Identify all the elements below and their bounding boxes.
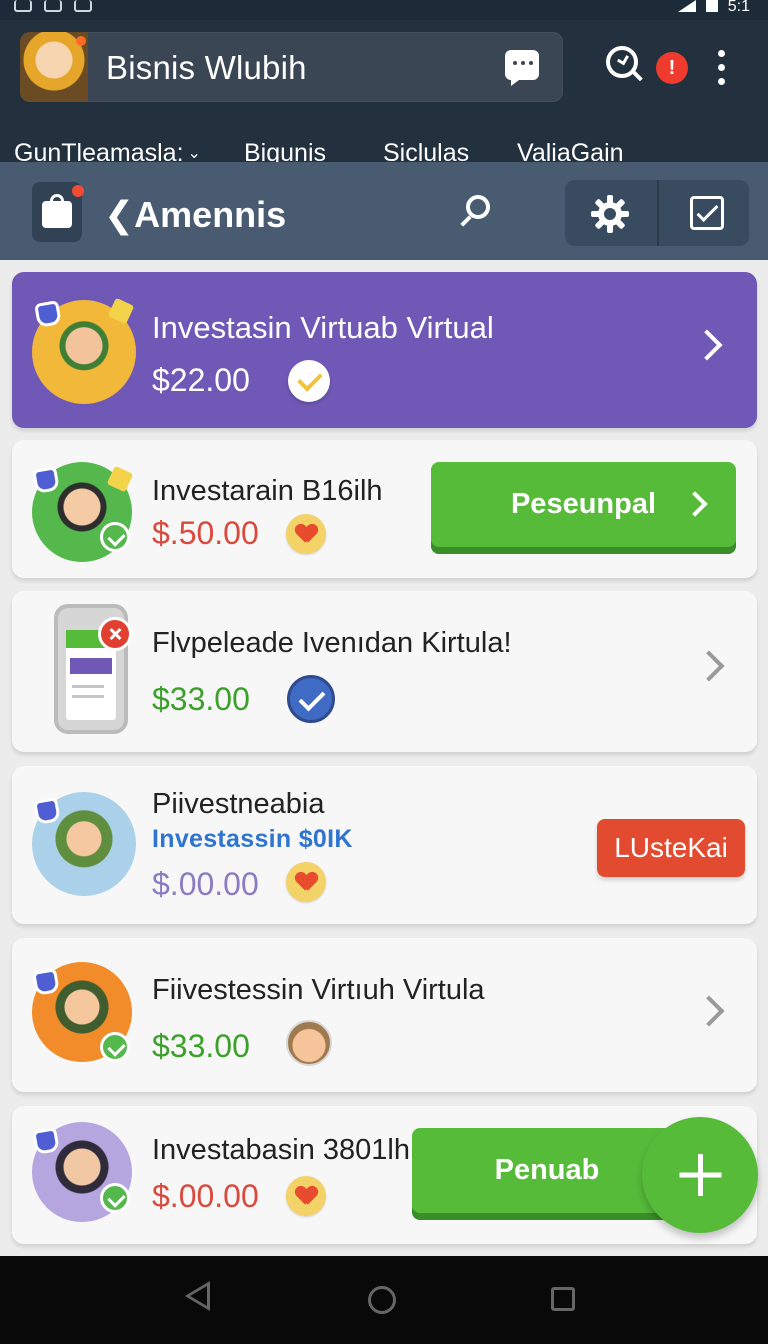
card-amount: $33.00 xyxy=(152,1028,250,1064)
chevron-right-icon[interactable] xyxy=(693,995,725,1027)
toolbar-title: ❮Amennis xyxy=(104,194,287,235)
avatar-notification-dot xyxy=(76,36,86,46)
recent-apps-icon[interactable] xyxy=(551,1287,575,1311)
chevron-right-icon[interactable] xyxy=(691,329,723,361)
alert-badge[interactable]: ! xyxy=(656,52,688,84)
status-bar: 5:1 xyxy=(0,0,768,20)
app-logo-avatar[interactable] xyxy=(20,32,88,102)
card-title: Fiivestessin Virtıuh Virtula xyxy=(152,974,485,1006)
investment-card[interactable]: Investarain B16ilh $.50.00 Peseunpal xyxy=(12,440,757,578)
toolbar-divider xyxy=(657,180,659,246)
chat-icon[interactable] xyxy=(505,50,539,86)
toolbar-actions xyxy=(565,180,750,246)
card-title: Flvpeleade Ivenıdan Kirtula! xyxy=(152,627,512,659)
verified-badge-icon xyxy=(100,1183,130,1213)
featured-investment-card[interactable]: Investasin Virtuab Virtual $22.00 xyxy=(12,272,757,428)
edit-icon[interactable] xyxy=(690,196,724,230)
chevron-right-icon xyxy=(682,491,708,517)
chevron-right-icon[interactable] xyxy=(693,650,725,682)
bag-notification-dot xyxy=(72,185,84,197)
card-amount: $.00.00 xyxy=(152,866,259,902)
card-title: Piivestneabia xyxy=(152,788,325,820)
card-amount: $.00.00 xyxy=(152,1178,259,1214)
check-circle-icon xyxy=(288,360,330,402)
shopping-bag-icon[interactable] xyxy=(32,182,84,242)
verified-check-icon xyxy=(287,675,335,723)
status-indicators: 5:1 xyxy=(677,0,750,15)
investment-card[interactable]: Fiivestessin Virtıuh Virtula $33.00 xyxy=(12,938,757,1092)
heart-icon[interactable] xyxy=(286,514,326,554)
card-subtitle: Investassin $0IK xyxy=(152,825,353,853)
card-title: Investasin Virtuab Virtual xyxy=(152,310,494,345)
system-navigation-bar xyxy=(0,1256,768,1344)
notification-icon xyxy=(14,0,32,12)
card-amount: $33.00 xyxy=(152,681,250,717)
close-badge-icon xyxy=(98,617,132,651)
heart-icon[interactable] xyxy=(286,862,326,902)
clock: 5:1 xyxy=(727,0,750,15)
more-vert-icon[interactable] xyxy=(714,50,728,92)
settings-icon[interactable] xyxy=(591,195,629,233)
card-title: Investabasin 3801lh xyxy=(152,1134,410,1166)
search-icon[interactable] xyxy=(460,193,500,233)
status-notifications xyxy=(14,0,92,12)
notification-icon xyxy=(44,0,62,12)
battery-icon xyxy=(705,0,718,12)
card-amount: $.50.00 xyxy=(152,515,259,551)
page-title: Bisnis Wlubih xyxy=(106,49,307,86)
app-title-bar: Bisnis Wlubih xyxy=(20,32,563,102)
card-amount: $22.00 xyxy=(152,362,250,398)
investment-card[interactable]: Piivestneabia Investassin $0IK $.00.00 L… xyxy=(12,766,757,924)
back-icon[interactable] xyxy=(185,1281,210,1311)
action-button[interactable]: LUsteKai xyxy=(597,819,745,877)
card-title: Investarain B16ilh xyxy=(152,475,383,507)
action-button[interactable]: Peseunpal xyxy=(431,462,736,554)
verified-badge-icon xyxy=(100,1032,130,1062)
notification-icon xyxy=(74,0,92,12)
home-icon[interactable] xyxy=(368,1286,396,1314)
heart-icon[interactable] xyxy=(286,1176,326,1216)
signal-icon xyxy=(677,0,696,12)
search-check-icon[interactable] xyxy=(604,44,644,84)
app-header: Bisnis Wlubih ! GunTleamasla: ⌄ Bigunis S… xyxy=(0,20,768,180)
investor-mini-avatar xyxy=(286,1020,332,1066)
verified-badge-icon xyxy=(100,522,130,552)
investment-card[interactable]: Flvpeleade Ivenıdan Kirtula! $33.00 xyxy=(12,591,757,752)
add-fab-button[interactable] xyxy=(642,1117,758,1233)
